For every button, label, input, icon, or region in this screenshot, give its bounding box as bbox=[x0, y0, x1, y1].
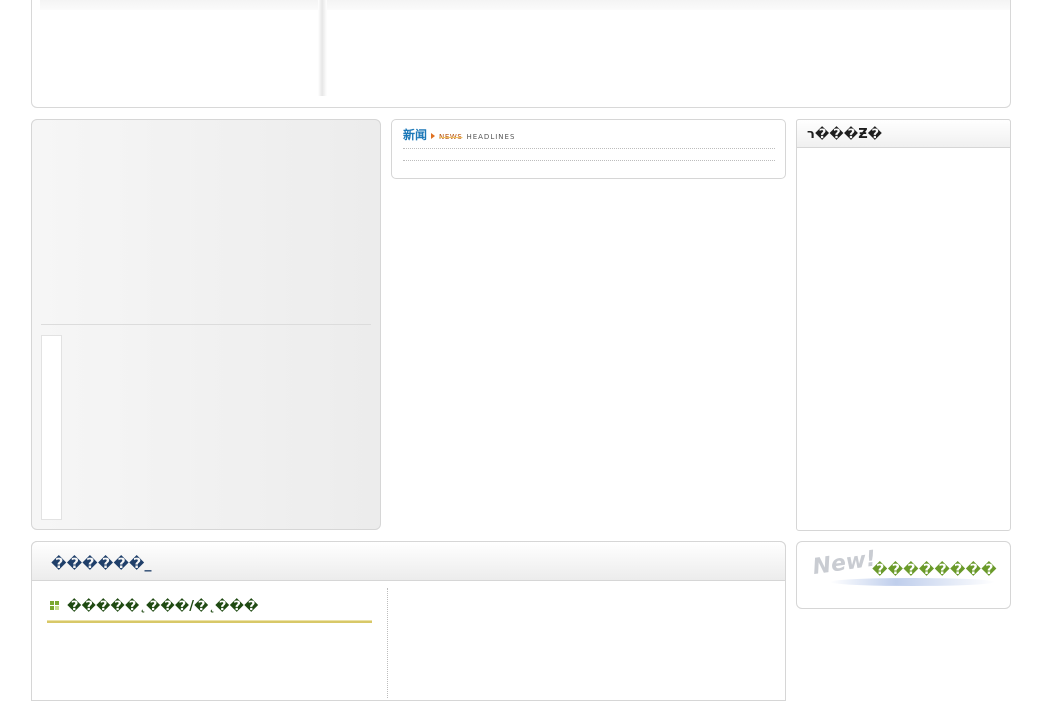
subsection-title[interactable]: �����˛���/�˛��� bbox=[67, 599, 258, 615]
top-banner bbox=[31, 0, 1011, 108]
news-title-en: NEWS bbox=[439, 133, 463, 141]
right-column-title[interactable]: ר���Ƶ� bbox=[807, 127, 882, 143]
top-banner-strip bbox=[40, 0, 1010, 10]
top-banner-divider bbox=[318, 0, 327, 96]
news-title-headlines: HEADLINES bbox=[466, 133, 516, 141]
column-divider bbox=[387, 588, 388, 698]
new-swoosh-decoration bbox=[830, 578, 995, 586]
news-header[interactable]: 新闻 NEWS HEADLINES bbox=[403, 128, 515, 142]
grid-bullet-icon bbox=[50, 601, 59, 610]
news-divider bbox=[403, 148, 775, 149]
arrow-right-icon bbox=[431, 133, 436, 139]
right-column-box bbox=[796, 119, 1011, 531]
new-promo-label[interactable]: �������� bbox=[872, 561, 997, 579]
left-panel-divider bbox=[41, 324, 371, 325]
subsection-underline bbox=[47, 620, 372, 623]
bottom-content-title[interactable]: ������_ bbox=[51, 555, 152, 573]
left-panel-thumbnail-strip bbox=[41, 335, 62, 520]
news-title-cn: 新闻 bbox=[403, 128, 428, 142]
news-divider bbox=[403, 160, 775, 161]
